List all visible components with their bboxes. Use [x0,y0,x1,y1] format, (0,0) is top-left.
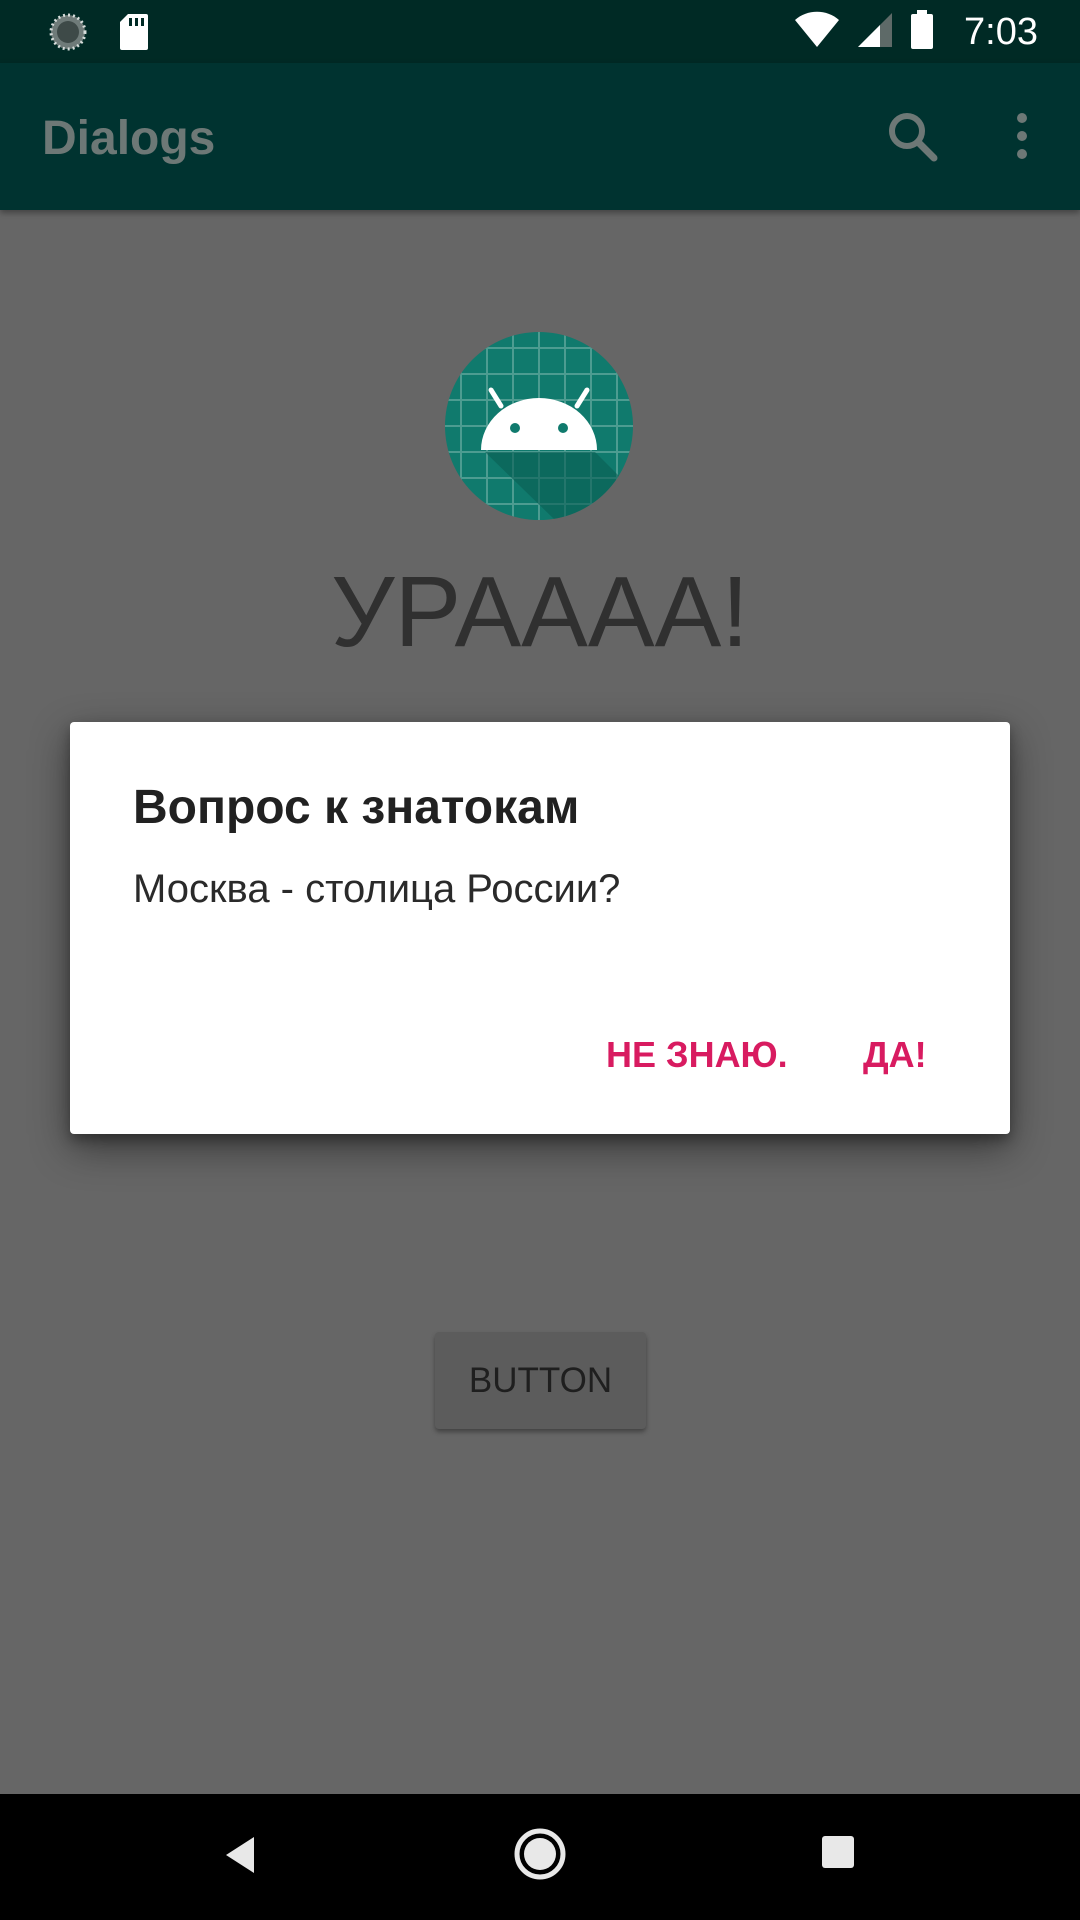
android-logo-icon [445,332,633,520]
status-clock: 7:03 [964,11,1038,53]
back-icon[interactable] [222,1834,258,1881]
dialog-negative-button[interactable]: НЕ ЗНАЮ. [606,1034,788,1076]
dialog-positive-button[interactable]: ДА! [863,1034,927,1076]
app-bar: Dialogs [0,63,1080,210]
recents-icon[interactable] [820,1834,856,1875]
hero-heading: УРАААА! [330,556,750,668]
status-left-icons [48,12,150,57]
dialog-message: Москва - столица России? [133,867,621,911]
wifi-icon [794,11,840,54]
sync-icon [48,12,88,57]
more-vert-icon[interactable] [1005,109,1039,163]
search-icon[interactable] [885,109,939,163]
main-button[interactable]: BUTTON [435,1332,646,1429]
sd-card-icon [118,12,150,57]
status-bar: 7:03 [0,0,1080,63]
home-icon[interactable] [514,1828,566,1885]
alert-dialog: Вопрос к знатокам Москва - столица Росси… [70,722,1010,1134]
status-right-icons: 7:03 [794,10,1038,55]
navigation-bar [0,1794,1080,1920]
cell-signal-icon [856,11,894,54]
battery-icon [910,10,934,55]
dialog-title: Вопрос к знатокам [133,781,580,834]
app-title: Dialogs [42,112,216,165]
